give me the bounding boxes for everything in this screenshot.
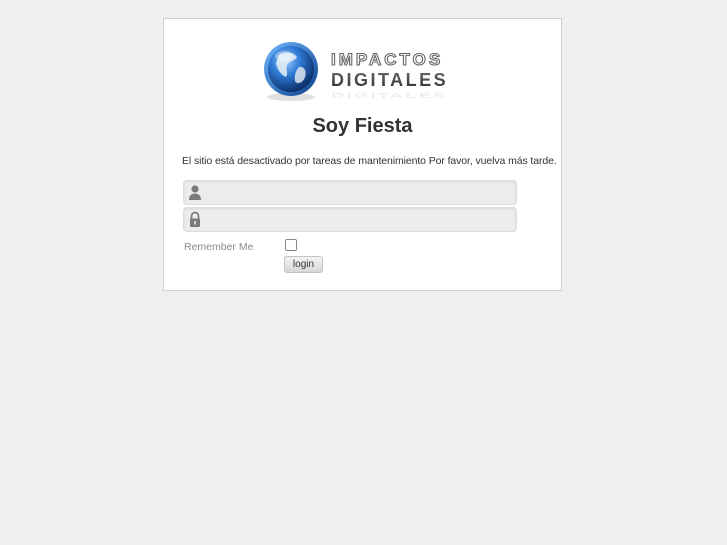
- brand-logo: IMPACTOS DIGITALES DIGITALES: [259, 39, 484, 103]
- svg-text:IMPACTOS: IMPACTOS: [331, 50, 443, 69]
- remember-me-checkbox[interactable]: [285, 239, 297, 251]
- user-icon: [188, 184, 202, 201]
- svg-text:DIGITALES: DIGITALES: [331, 92, 448, 100]
- password-field[interactable]: [183, 207, 517, 232]
- password-input[interactable]: [208, 208, 508, 231]
- svg-text:DIGITALES: DIGITALES: [331, 70, 448, 90]
- login-button[interactable]: login: [284, 256, 323, 273]
- lock-icon: [188, 211, 202, 228]
- username-input[interactable]: [208, 181, 508, 204]
- login-panel: IMPACTOS DIGITALES DIGITALES Soy Fiesta …: [163, 18, 562, 291]
- globe-icon: IMPACTOS DIGITALES DIGITALES: [264, 42, 448, 101]
- remember-me-label: Remember Me: [184, 241, 254, 253]
- page-title: Soy Fiesta: [312, 115, 413, 137]
- offline-message: El sitio está desactivado por tareas de …: [182, 155, 557, 167]
- username-field[interactable]: [183, 180, 517, 205]
